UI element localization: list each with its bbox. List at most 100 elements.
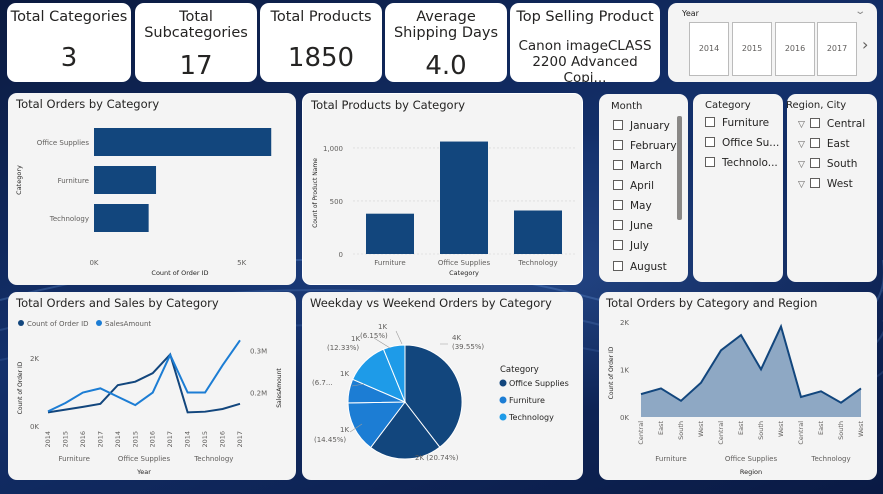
x-axis-title: Category xyxy=(449,269,479,277)
y-axis-title: Count of Order ID xyxy=(608,346,615,399)
x-tick-label: 0K xyxy=(89,259,98,267)
x-tick-label: 2014 xyxy=(44,431,52,448)
category-tick-label: Furniture xyxy=(374,259,405,267)
chevron-right-icon[interactable]: › xyxy=(862,35,868,54)
year-tile[interactable]: 2016 xyxy=(775,22,815,76)
x-tick-label: 2017 xyxy=(236,431,244,448)
year-tile[interactable]: 2017 xyxy=(817,22,857,76)
checkbox-icon[interactable] xyxy=(809,138,820,148)
x-tick-label: 2014 xyxy=(114,431,122,448)
leader-line xyxy=(395,330,403,345)
month-item[interactable]: March xyxy=(613,160,662,172)
category-item[interactable]: Office Su... xyxy=(705,137,779,149)
year-slicer-label: Year xyxy=(682,9,699,18)
y-tick-label: 1,000 xyxy=(323,145,343,153)
legend-label: Office Supplies xyxy=(509,379,569,388)
month-label: March xyxy=(630,160,663,172)
kpi-average-shipping-days: Average Shipping Days 4.0 xyxy=(385,3,507,82)
slice-label: (6.15%) xyxy=(360,332,388,340)
legend-title: Category xyxy=(500,365,539,375)
category-item[interactable]: Technolo... xyxy=(705,157,778,169)
region-slicer: Region, City ▽ Central ▽ East ▽ South ▽ West xyxy=(787,94,877,282)
x-tick-label: South xyxy=(757,421,765,440)
y-tick-label: 0 xyxy=(339,251,343,259)
year-tile[interactable]: 2014 xyxy=(689,22,729,76)
y2-tick-label: 0.3M xyxy=(250,348,267,356)
checkbox-icon[interactable] xyxy=(613,200,623,210)
month-item[interactable]: January xyxy=(613,120,670,132)
month-item[interactable]: April xyxy=(613,180,654,192)
x-group-label: Technology xyxy=(810,455,850,463)
checkbox-icon[interactable] xyxy=(809,118,820,128)
x-tick-label: East xyxy=(817,421,825,435)
orders-by-category-visual: Total Orders by Category Office Supplies… xyxy=(8,93,296,285)
legend-marker xyxy=(96,320,102,326)
checkbox-icon[interactable] xyxy=(809,158,820,168)
x-group-label: Office Supplies xyxy=(725,455,778,463)
x-tick-label: 2015 xyxy=(131,431,139,448)
checkbox-icon[interactable] xyxy=(613,261,623,271)
month-item[interactable]: July xyxy=(613,240,649,252)
chevron-down-icon[interactable]: ▽ xyxy=(798,160,805,170)
checkbox-icon[interactable] xyxy=(613,120,623,130)
scrollbar[interactable] xyxy=(677,116,682,220)
x-tick-label: East xyxy=(657,421,665,435)
checkbox-icon[interactable] xyxy=(705,117,715,127)
month-item[interactable]: February xyxy=(613,140,677,152)
kpi-value: 17 xyxy=(179,51,213,81)
chevron-down-icon[interactable]: ⌄ xyxy=(854,6,866,17)
x-tick-label: East xyxy=(737,421,745,435)
category-item[interactable]: Furniture xyxy=(705,117,769,129)
month-item[interactable]: August xyxy=(613,261,667,273)
x-tick-label: 2016 xyxy=(79,431,87,448)
slice-label: (6.7... xyxy=(312,379,333,387)
bar xyxy=(514,210,562,254)
month-item[interactable]: June xyxy=(613,220,653,232)
legend-marker xyxy=(499,379,507,387)
checkbox-icon[interactable] xyxy=(613,220,623,230)
slice-label: 1K xyxy=(340,370,349,378)
month-label: January xyxy=(630,120,670,132)
region-item[interactable]: ▽ East xyxy=(798,138,850,150)
region-label: East xyxy=(826,138,850,150)
x-group-label: Furniture xyxy=(58,455,89,463)
x-group-label: Technology xyxy=(193,455,233,463)
legend-label: Furniture xyxy=(509,396,545,405)
bar xyxy=(94,204,149,232)
checkbox-icon[interactable] xyxy=(613,240,623,250)
orders-region-visual: Total Orders by Category and Region 0K 1K… xyxy=(599,292,877,480)
y-axis-title: Count of Product Name xyxy=(312,158,319,228)
year-tile[interactable]: 2015 xyxy=(732,22,772,76)
region-item[interactable]: ▽ West xyxy=(798,178,853,190)
chevron-down-icon[interactable]: ▽ xyxy=(798,180,805,190)
category-tick-label: Furniture xyxy=(58,177,89,185)
x-tick-label: Central xyxy=(717,421,725,445)
checkbox-icon[interactable] xyxy=(809,178,820,188)
chevron-down-icon[interactable]: ▽ xyxy=(798,140,805,150)
slice-label: (14.45%) xyxy=(314,436,346,444)
x-tick-label: West xyxy=(857,421,865,437)
chevron-down-icon[interactable]: ▽ xyxy=(798,120,805,130)
region-item[interactable]: ▽ South xyxy=(798,158,857,170)
region-item[interactable]: ▽ Central xyxy=(798,118,865,130)
bar xyxy=(366,213,414,254)
checkbox-icon[interactable] xyxy=(613,160,623,170)
y2-tick-label: 0.2M xyxy=(250,390,267,398)
y-tick-label: 1K xyxy=(620,366,629,374)
x-tick-label: 2017 xyxy=(166,431,174,448)
checkbox-icon[interactable] xyxy=(613,140,623,150)
region-label: West xyxy=(826,178,853,190)
month-label: August xyxy=(630,261,667,273)
checkbox-icon[interactable] xyxy=(705,137,715,147)
category-tick-label: Technology xyxy=(517,259,557,267)
checkbox-icon[interactable] xyxy=(705,157,715,167)
y-tick-label: 0K xyxy=(620,414,629,422)
legend-marker xyxy=(499,413,507,421)
legend-marker xyxy=(499,396,507,404)
orders-sales-chart: Count of Order ID SalesAmount 0K 2K 0.2M 0.3M… xyxy=(17,320,283,476)
month-slicer: Month January February March April May J… xyxy=(599,94,688,282)
x-tick-label: South xyxy=(837,421,845,440)
region-slicer-title: Region, City xyxy=(787,100,847,111)
checkbox-icon[interactable] xyxy=(613,180,623,190)
month-item[interactable]: May xyxy=(613,200,652,212)
